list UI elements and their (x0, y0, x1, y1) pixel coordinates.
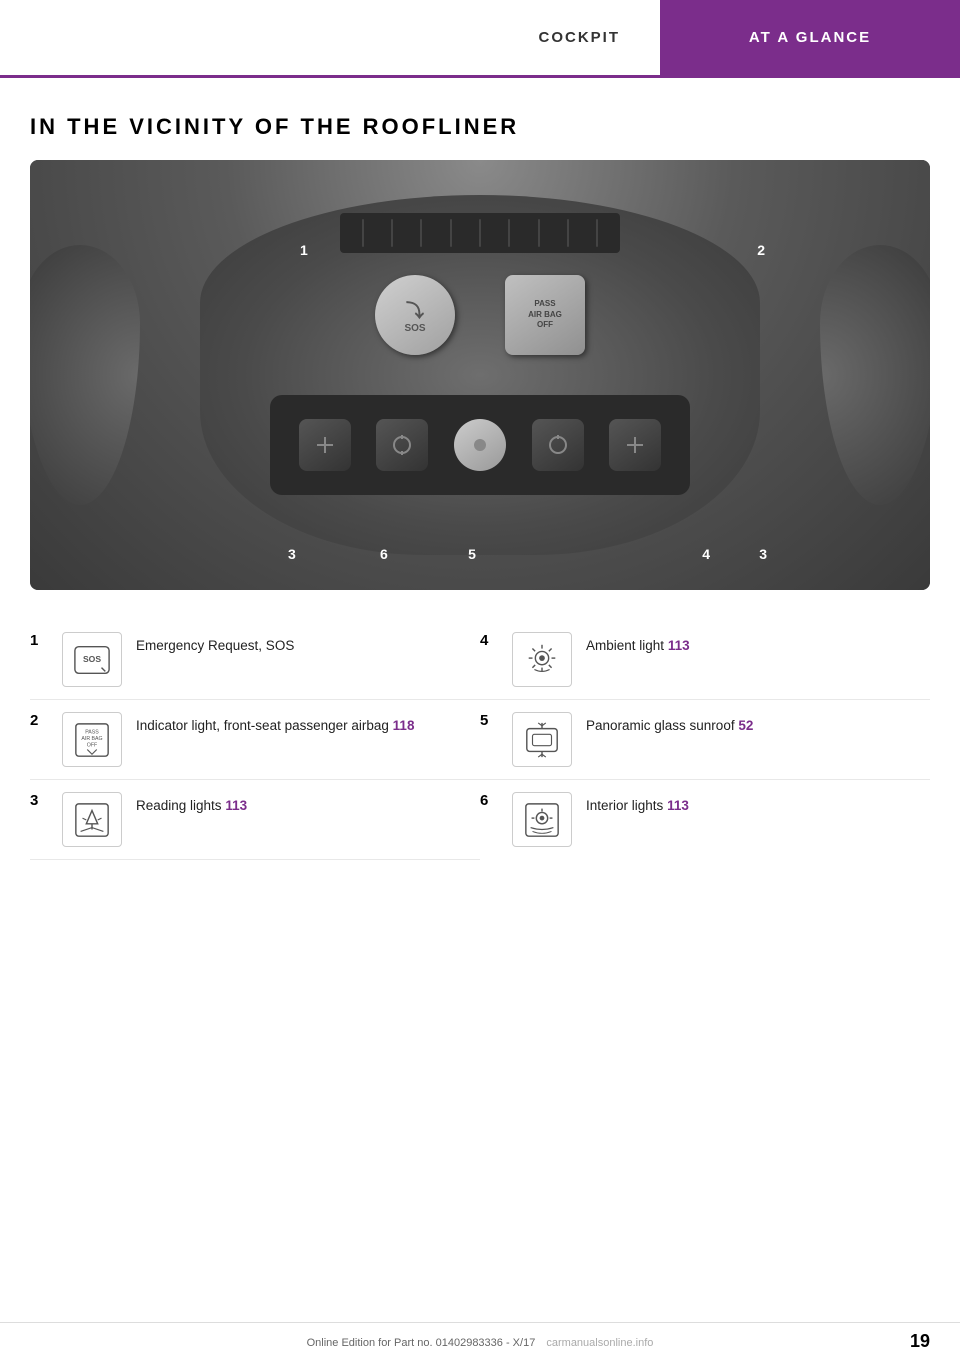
item-number-2: 2 (30, 712, 48, 729)
svg-text:PASS: PASS (85, 729, 99, 735)
ctrl-btn-1 (299, 419, 351, 471)
vent-line (391, 219, 393, 247)
item-text-1: Emergency Request, SOS (136, 632, 470, 656)
item-text-4: Ambient light 113 (586, 632, 920, 656)
vent-line (508, 219, 510, 247)
top-vent (340, 213, 620, 253)
header-left: COCKPIT (0, 0, 660, 75)
vent-line (479, 219, 481, 247)
ctrl-icon-4 (621, 431, 649, 459)
pass-airbag-icon: PASS AIR BAG OFF (73, 721, 111, 759)
item-number-5: 5 (480, 712, 498, 729)
ambient-light-icon (523, 641, 561, 679)
sunroof-icon (523, 721, 561, 759)
ctrl-btn-2 (376, 419, 428, 471)
reading-light-icon (73, 801, 111, 839)
vent-line (420, 219, 422, 247)
vent-line (596, 219, 598, 247)
footer-text: Online Edition for Part no. 01402983336 … (307, 1337, 654, 1349)
ctrl-btn-3 (532, 419, 584, 471)
item-icon-3 (62, 792, 122, 847)
vent-line (567, 219, 569, 247)
vent-line (538, 219, 540, 247)
sos-arrow-icon: ⤵ (406, 297, 424, 323)
page-footer: Online Edition for Part no. 01402983336 … (0, 1322, 960, 1362)
sos-icon: SOS (73, 641, 111, 679)
item-row-6: 6 Interior lights 113 (480, 780, 930, 860)
sos-text: SOS (404, 323, 425, 334)
item-icon-6 (512, 792, 572, 847)
item-row-4: 4 Ambient light 113 (480, 620, 930, 700)
item-number-4: 4 (480, 632, 498, 649)
ctrl-icon-1 (311, 431, 339, 459)
item-row-1: 1 SOS Emergency Request, SOS (30, 620, 480, 700)
roofliner-image: ⤵ SOS PASSAIR BAGOFF (30, 160, 930, 590)
ctrl-icon-center (466, 431, 494, 459)
item-number-1: 1 (30, 632, 48, 649)
center-panel: ⤵ SOS PASSAIR BAGOFF (200, 195, 760, 555)
img-label-3b: 3 (759, 546, 767, 562)
pass-label: PASSAIR BAGOFF (528, 299, 562, 330)
page-number: 19 (910, 1331, 930, 1352)
interior-light-icon (523, 801, 561, 839)
img-label-2: 2 (757, 242, 765, 258)
svg-text:SOS: SOS (83, 653, 101, 663)
vent-line (450, 219, 452, 247)
page-title: IN THE VICINITY OF THE ROOFLINER (30, 114, 930, 140)
page-header: COCKPIT AT A GLANCE (0, 0, 960, 78)
ctrl-btn-center (454, 419, 506, 471)
vent-line (362, 219, 364, 247)
item-row-3: 3 Reading lights 113 (30, 780, 480, 860)
buttons-row: ⤵ SOS PASSAIR BAGOFF (375, 275, 585, 355)
item-text-2: Indicator light, front-seat passenger ai… (136, 712, 470, 736)
img-label-5: 5 (468, 546, 476, 562)
item-row-2: 2 PASS AIR BAG OFF Indicator light, fron… (30, 700, 480, 780)
item-text-3: Reading lights 113 (136, 792, 470, 816)
item-text-6: Interior lights 113 (586, 792, 920, 816)
page-title-area: IN THE VICINITY OF THE ROOFLINER (0, 78, 960, 160)
ctrl-icon-2 (388, 431, 416, 459)
pass-airbag-button-image: PASSAIR BAGOFF (505, 275, 585, 355)
img-label-3a: 3 (288, 546, 296, 562)
items-grid: 1 SOS Emergency Request, SOS 4 (30, 620, 930, 880)
item-text-5: Panoramic glass sunroof 52 (586, 712, 920, 736)
item-icon-5 (512, 712, 572, 767)
at-glance-label: AT A GLANCE (749, 29, 871, 46)
item-number-6: 6 (480, 792, 498, 809)
ctrl-btn-4 (609, 419, 661, 471)
lower-controls (270, 395, 690, 495)
sos-button-image: ⤵ SOS (375, 275, 455, 355)
img-label-4: 4 (702, 546, 710, 562)
img-label-1: 1 (300, 242, 308, 258)
ctrl-icon-3 (544, 431, 572, 459)
svg-text:OFF: OFF (87, 742, 97, 748)
img-label-6: 6 (380, 546, 388, 562)
item-icon-1: SOS (62, 632, 122, 687)
watermark: carmanualsonline.info (546, 1337, 653, 1349)
item-row-5: 5 Panoramic glass sunroof 52 (480, 700, 930, 780)
cockpit-label: COCKPIT (539, 29, 621, 46)
item-icon-4 (512, 632, 572, 687)
svg-text:AIR BAG: AIR BAG (81, 736, 102, 742)
item-icon-2: PASS AIR BAG OFF (62, 712, 122, 767)
header-right: AT A GLANCE (660, 0, 960, 75)
item-number-3: 3 (30, 792, 48, 809)
